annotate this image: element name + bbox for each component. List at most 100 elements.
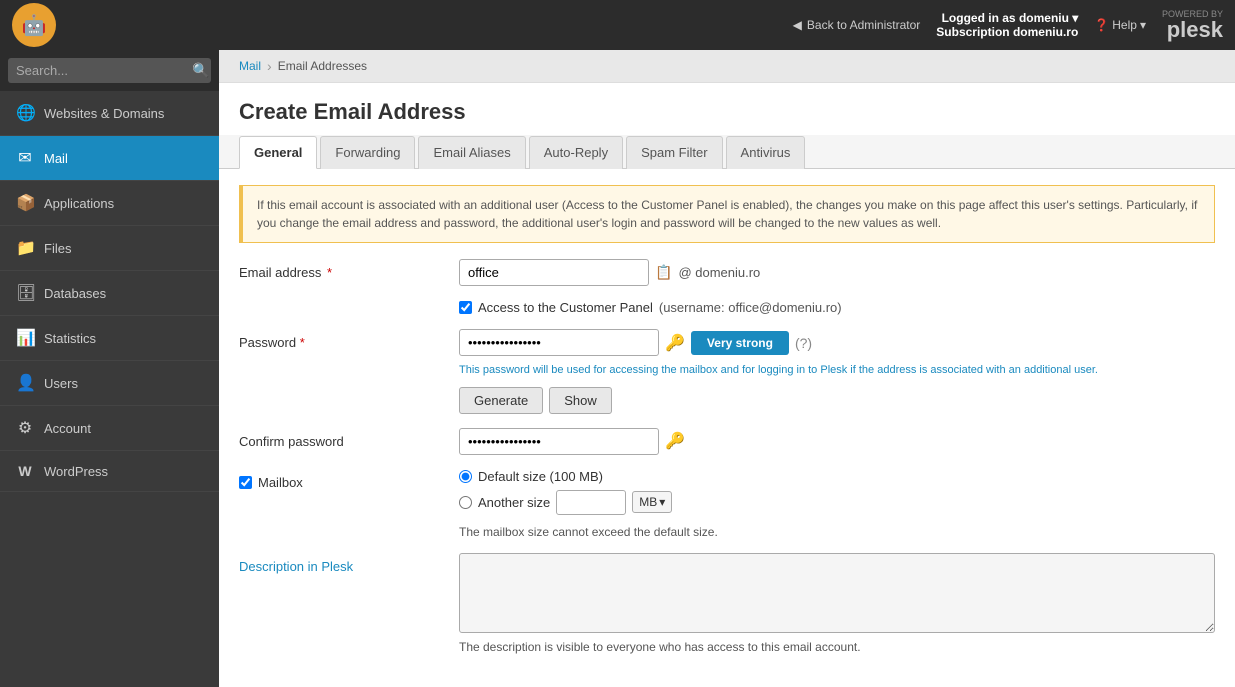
tab-auto-reply[interactable]: Auto-Reply — [529, 136, 623, 169]
statistics-icon: 📊 — [16, 328, 34, 348]
users-icon: 👤 — [16, 373, 34, 393]
password-label: Password * — [239, 329, 459, 350]
mail-icon: ✉ — [16, 148, 34, 168]
confirm-password-label: Confirm password — [239, 428, 459, 449]
topbar-right: ◀ Back to Administrator Logged in as dom… — [793, 9, 1223, 41]
sidebar-label-mail: Mail — [44, 151, 68, 166]
access-customer-panel-checkbox[interactable] — [459, 301, 472, 314]
search-icon: 🔍 — [192, 62, 209, 79]
generate-button[interactable]: Generate — [459, 387, 543, 414]
sidebar-item-files[interactable]: 📁 Files — [0, 226, 219, 271]
show-button[interactable]: Show — [549, 387, 612, 414]
mailbox-label: Mailbox — [239, 469, 459, 490]
sidebar-label-websites-domains: Websites & Domains — [44, 106, 164, 121]
mailbox-size-input[interactable] — [556, 490, 626, 515]
tab-antivirus[interactable]: Antivirus — [726, 136, 806, 169]
mailbox-unit-dropdown[interactable]: MB ▾ — [632, 491, 672, 513]
sidebar-label-databases: Databases — [44, 286, 106, 301]
help-icon: ❓ — [1094, 18, 1109, 32]
tab-forwarding[interactable]: Forwarding — [320, 136, 415, 169]
mailbox-hint: The mailbox size cannot exceed the defau… — [459, 525, 1215, 539]
sidebar-label-account: Account — [44, 421, 91, 436]
plesk-brand: POWERED BY plesk — [1162, 9, 1223, 41]
default-size-label: Default size (100 MB) — [478, 469, 603, 484]
tab-general[interactable]: General — [239, 136, 317, 169]
email-address-row: Email address * 📋 @ domeniu.ro — [239, 259, 1215, 286]
password-help-icon[interactable]: (?) — [795, 335, 812, 351]
password-hint: This password will be used for accessing… — [459, 362, 1215, 379]
sidebar-item-websites-domains[interactable]: 🌐 Websites & Domains — [0, 91, 219, 136]
tab-bar: General Forwarding Email Aliases Auto-Re… — [219, 135, 1235, 169]
password-row: Password * 🔑 Very strong (?) This passwo… — [239, 329, 1215, 414]
wordpress-icon: W — [16, 463, 34, 479]
password-generate-icon: 🔑 — [665, 333, 685, 353]
sidebar-item-wordpress[interactable]: W WordPress — [0, 451, 219, 492]
mailbox-checkbox[interactable] — [239, 476, 252, 489]
confirm-password-control: 🔑 — [459, 428, 1215, 455]
access-customer-panel-label: Access to the Customer Panel — [478, 300, 653, 315]
another-size-radio[interactable] — [459, 496, 472, 509]
help-button[interactable]: ❓ Help ▾ — [1094, 18, 1146, 32]
plesk-logo-icon: 🤖 — [12, 3, 56, 47]
back-arrow-icon: ◀ — [793, 18, 802, 32]
sidebar-item-databases[interactable]: 🗄 Databases — [0, 271, 219, 316]
confirm-password-input[interactable] — [459, 428, 659, 455]
info-box: If this email account is associated with… — [239, 185, 1215, 243]
confirm-password-row: Confirm password 🔑 — [239, 428, 1215, 455]
sidebar-item-users[interactable]: 👤 Users — [0, 361, 219, 406]
sidebar-label-users: Users — [44, 376, 78, 391]
description-row: Description in Plesk The description is … — [239, 553, 1215, 654]
description-label: Description in Plesk — [239, 553, 459, 574]
applications-icon: 📦 — [16, 193, 34, 213]
password-input[interactable] — [459, 329, 659, 356]
breadcrumb-email-addresses: Email Addresses — [278, 59, 367, 73]
files-icon: 📁 — [16, 238, 34, 258]
search-input[interactable] — [16, 63, 192, 78]
access-customer-panel-row: Access to the Customer Panel (username: … — [459, 300, 1215, 315]
info-box-text: If this email account is associated with… — [257, 198, 1197, 230]
main-content: Mail › Email Addresses Create Email Addr… — [219, 50, 1235, 687]
back-to-admin-label: Back to Administrator — [807, 18, 920, 32]
sidebar-label-files: Files — [44, 241, 71, 256]
sidebar-label-statistics: Statistics — [44, 331, 96, 346]
access-customer-panel-detail: (username: office@domeniu.ro) — [659, 300, 842, 315]
email-address-control: 📋 @ domeniu.ro — [459, 259, 1215, 286]
description-control: The description is visible to everyone w… — [459, 553, 1215, 654]
back-to-admin-button[interactable]: ◀ Back to Administrator — [793, 18, 921, 32]
page-header: Create Email Address — [219, 83, 1235, 135]
description-textarea[interactable] — [459, 553, 1215, 633]
topbar: 🤖 ◀ Back to Administrator Logged in as d… — [0, 0, 1235, 50]
account-icon: ⚙ — [16, 418, 34, 438]
sidebar: 🔍 🌐 Websites & Domains ✉ Mail 📦 Applicat… — [0, 50, 219, 687]
page-title: Create Email Address — [239, 99, 1215, 125]
tab-spam-filter[interactable]: Spam Filter — [626, 136, 722, 169]
sidebar-item-statistics[interactable]: 📊 Statistics — [0, 316, 219, 361]
mailbox-unit-label: MB — [639, 495, 657, 509]
mailbox-row: Mailbox Default size (100 MB) Another si… — [239, 469, 1215, 539]
confirm-password-icon: 🔑 — [665, 431, 685, 451]
mailbox-control: Default size (100 MB) Another size MB ▾ … — [459, 469, 1215, 539]
sidebar-item-mail[interactable]: ✉ Mail — [0, 136, 219, 181]
email-input[interactable] — [459, 259, 649, 286]
sidebar-item-account[interactable]: ⚙ Account — [0, 406, 219, 451]
required-star: * — [323, 265, 332, 280]
breadcrumb-mail-link[interactable]: Mail — [239, 59, 261, 73]
email-address-label: Email address * — [239, 259, 459, 280]
email-field-icon: 📋 — [655, 264, 672, 281]
user-info: Logged in as domeniu ▾ Subscription dome… — [936, 11, 1078, 39]
description-hint: The description is visible to everyone w… — [459, 640, 1215, 654]
mailbox-unit-chevron: ▾ — [659, 495, 665, 509]
sidebar-item-applications[interactable]: 📦 Applications — [0, 181, 219, 226]
default-size-radio[interactable] — [459, 470, 472, 483]
password-control: 🔑 Very strong (?) This password will be … — [459, 329, 1215, 414]
password-strength-indicator: Very strong — [691, 331, 789, 355]
tab-email-aliases[interactable]: Email Aliases — [418, 136, 525, 169]
sidebar-label-wordpress: WordPress — [44, 464, 108, 479]
form-area: If this email account is associated with… — [219, 169, 1235, 684]
another-size-label: Another size — [478, 495, 550, 510]
breadcrumb: Mail › Email Addresses — [219, 50, 1235, 83]
globe-icon: 🌐 — [16, 103, 34, 123]
breadcrumb-separator: › — [267, 58, 272, 74]
databases-icon: 🗄 — [16, 283, 34, 303]
sidebar-label-applications: Applications — [44, 196, 114, 211]
